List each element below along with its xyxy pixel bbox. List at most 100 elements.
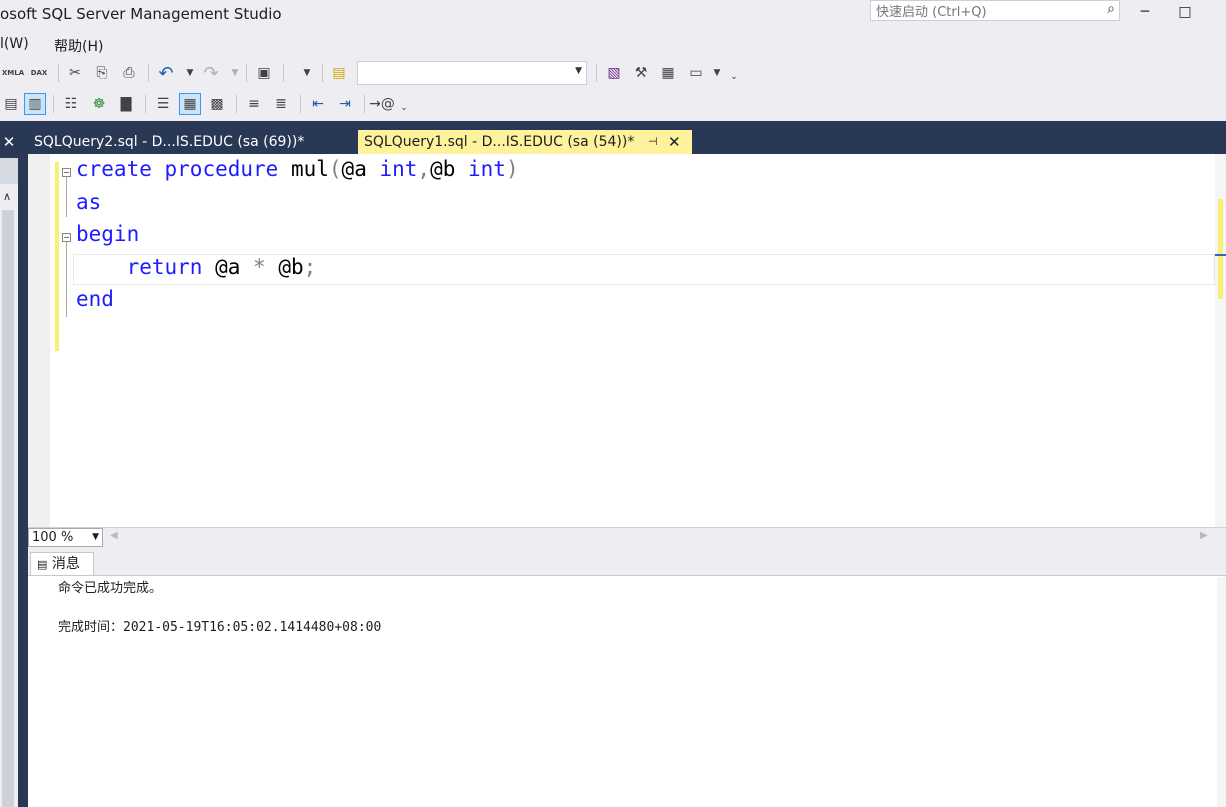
sql-token: mul	[278, 157, 329, 181]
results-vertical-scrollbar[interactable]	[1217, 577, 1226, 807]
collapse-icon[interactable]: −	[62, 168, 71, 177]
uncomment-icon[interactable]: ≣	[270, 93, 292, 115]
results-tab-strip	[28, 547, 1226, 575]
messages-pane[interactable]	[28, 575, 1226, 807]
tab-label: SQLQuery1.sql - D...IS.EDUC (sa (54))*	[364, 134, 635, 150]
sql-token: @b	[430, 157, 469, 181]
sql-token: @a	[202, 255, 254, 279]
app-title: osoft SQL Server Management Studio	[0, 5, 282, 23]
zoom-select[interactable]: 100 % ▼	[28, 528, 103, 547]
client-statistics-icon[interactable]: ▇	[115, 93, 137, 115]
vertical-scrollbar[interactable]	[2, 210, 14, 807]
code-line[interactable]: return @a * @b;	[76, 255, 317, 287]
tab-label: SQLQuery2.sql - D...IS.EDUC (sa (69))*	[34, 134, 305, 150]
scroll-up-icon[interactable]: ∧	[3, 190, 11, 203]
change-tracking-bar	[55, 162, 59, 351]
activity-monitor-icon[interactable]: ▣	[253, 62, 275, 84]
dax-query-icon[interactable]: DAX	[28, 62, 50, 84]
menu-window[interactable]: l(W)	[0, 36, 29, 52]
search-icon[interactable]: ⌕	[1107, 1, 1115, 17]
chevron-down-icon: ▼	[92, 532, 99, 542]
cut-icon[interactable]: ✂	[64, 62, 86, 84]
sql-keyword: procedure	[164, 157, 279, 181]
available-databases-select[interactable]: ▼	[357, 61, 587, 85]
results-file-icon[interactable]: ▩	[206, 93, 228, 115]
editor-vertical-scrollbar[interactable]	[1215, 154, 1226, 527]
query-editor[interactable]	[28, 154, 1226, 527]
toolbar-separator	[300, 95, 301, 113]
scrollbar-change-marker	[1218, 199, 1223, 299]
results-grid-icon[interactable]: ▦	[179, 93, 201, 115]
wrench-icon[interactable]: ⚒	[630, 62, 652, 84]
zoom-value: 100 %	[32, 530, 74, 545]
maximize-button[interactable]: □	[1165, 0, 1205, 24]
toolbar-separator	[246, 64, 247, 82]
code-line[interactable]: begin	[76, 222, 139, 254]
query-options-icon[interactable]: ☸	[88, 93, 110, 115]
toolbar-separator	[283, 64, 284, 82]
results-to-text-icon[interactable]: ▤	[0, 93, 22, 115]
minimize-button[interactable]: ─	[1125, 0, 1165, 24]
toolbox-icon[interactable]: ▦	[657, 62, 679, 84]
sql-operator: )	[505, 157, 519, 181]
code-line[interactable]: create procedure mul(@a int,@b int)	[76, 157, 519, 189]
command-window-icon[interactable]: ▭	[685, 62, 707, 84]
quick-launch-box[interactable]: ⌕	[870, 0, 1120, 22]
visual-studio-icon[interactable]: ▧	[603, 62, 625, 84]
results-text-icon[interactable]: ☰	[152, 93, 174, 115]
code-line[interactable]: as	[76, 190, 101, 222]
sql-token: @a	[341, 157, 380, 181]
comment-out-icon[interactable]: ≡	[243, 93, 265, 115]
toolbar-overflow-icon[interactable]: ⌄	[399, 97, 409, 119]
toolbar-separator	[322, 64, 323, 82]
toolbar-separator	[145, 95, 146, 113]
close-icon[interactable]: ✕	[668, 130, 681, 154]
sql-keyword: create	[76, 157, 152, 181]
fold-guide	[66, 242, 67, 317]
sql-operator: ;	[303, 255, 317, 279]
xmla-query-icon[interactable]: XMLA	[2, 62, 24, 84]
toolbar-dropdown-icon[interactable]: ▼	[302, 62, 312, 84]
result-message: 命令已成功完成。	[58, 581, 163, 596]
completion-time: 2021-05-19T16:05:02.1414480+08:00	[123, 620, 382, 635]
undo-icon[interactable]: ↶	[155, 62, 177, 84]
paste-icon[interactable]: ⎙	[118, 62, 140, 84]
tab-sqlquery1[interactable]: SQLQuery1.sql - D...IS.EDUC (sa (54))* ⊣…	[358, 130, 692, 154]
scroll-left-icon[interactable]: ◀	[110, 530, 118, 541]
toolbar-separator	[148, 64, 149, 82]
code-line[interactable]: end	[76, 287, 114, 319]
results-to-grid-icon[interactable]: ▥	[24, 93, 46, 115]
copy-icon[interactable]: ⎘	[91, 62, 113, 84]
display-plan-icon[interactable]: ☷	[60, 93, 82, 115]
scroll-right-icon[interactable]: ▶	[1200, 530, 1208, 541]
sql-keyword: begin	[76, 222, 140, 246]
object-explorer-icon[interactable]: ▤	[328, 62, 350, 84]
redo-dropdown-icon[interactable]: ▼	[230, 62, 240, 84]
editor-horizontal-scrollbar[interactable]	[28, 527, 1226, 547]
tab-messages[interactable]: ▤ 消息	[30, 552, 94, 576]
command-dropdown-icon[interactable]: ▼	[712, 62, 722, 84]
tab-label: 消息	[51, 556, 80, 572]
pin-icon[interactable]: ⊣	[648, 130, 658, 154]
decrease-indent-icon[interactable]: ⇤	[307, 93, 329, 115]
toolbar-overflow-icon[interactable]: ⌄	[729, 66, 739, 88]
editor-margin	[28, 154, 50, 527]
sql-keyword: as	[76, 190, 102, 214]
increase-indent-icon[interactable]: ⇥	[334, 93, 356, 115]
tab-sqlquery2[interactable]: SQLQuery2.sql - D...IS.EDUC (sa (69))*	[28, 130, 358, 154]
quick-launch-input[interactable]	[871, 3, 1096, 22]
specify-template-parameters-icon[interactable]: →@	[369, 93, 395, 115]
sql-keyword: int	[468, 157, 506, 181]
collapse-icon[interactable]: −	[62, 233, 71, 242]
toolbar-separator	[236, 95, 237, 113]
redo-icon[interactable]: ↷	[200, 62, 222, 84]
close-icon[interactable]: ✕	[0, 130, 18, 154]
strip-header	[0, 158, 18, 184]
menu-help[interactable]: 帮助(H)	[54, 36, 103, 56]
toolbar-separator	[596, 64, 597, 82]
object-explorer-strip: ∧	[0, 158, 18, 807]
undo-dropdown-icon[interactable]: ▼	[185, 62, 195, 84]
toolbar-separator	[364, 95, 365, 113]
